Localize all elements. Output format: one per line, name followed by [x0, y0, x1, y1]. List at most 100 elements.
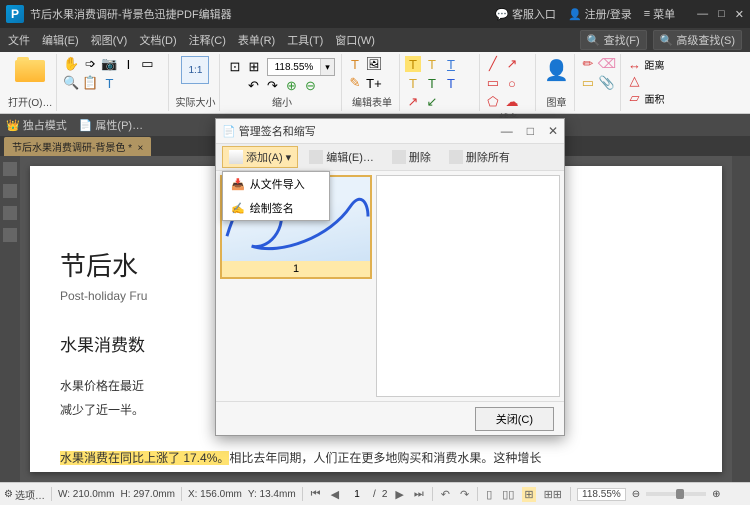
- dialog-minimize-icon[interactable]: —: [501, 124, 513, 138]
- prev-page-icon[interactable]: ◀: [329, 488, 341, 501]
- add-text-icon[interactable]: T+: [366, 75, 382, 91]
- continuous-icon[interactable]: ▯▯: [500, 488, 516, 501]
- delete-signature-button[interactable]: 删除: [385, 146, 438, 168]
- attach-icon[interactable]: 📎: [599, 75, 615, 91]
- export-icon[interactable]: ↗: [405, 94, 421, 110]
- window-title: 节后水果消费调研-背景色迅捷PDF编辑器: [30, 6, 495, 22]
- close-button[interactable]: ✕: [735, 8, 744, 21]
- single-page-icon[interactable]: ▯: [484, 488, 494, 501]
- login-link[interactable]: 👤 注册/登录: [568, 6, 632, 22]
- minimize-button[interactable]: —: [697, 8, 708, 21]
- zoom-in-status-icon[interactable]: ⊕: [712, 489, 720, 500]
- import-from-file[interactable]: 📥从文件导入: [223, 172, 329, 196]
- options-button[interactable]: ⚙ 选项…: [4, 487, 45, 502]
- edit-image-icon[interactable]: 🖼: [366, 56, 382, 72]
- forward-icon[interactable]: ↷: [458, 488, 471, 501]
- distance-icon[interactable]: ↔: [626, 56, 642, 72]
- menu-view[interactable]: 视图(V): [91, 32, 128, 48]
- draw-signature[interactable]: ✍绘制签名: [223, 196, 329, 220]
- pencil-icon[interactable]: ✏: [580, 56, 596, 72]
- rotate-left-icon[interactable]: ↶: [245, 78, 261, 94]
- properties-button[interactable]: 📄 属性(P)…: [79, 117, 143, 133]
- comments-icon[interactable]: [3, 228, 17, 242]
- note-icon[interactable]: ▭: [580, 75, 596, 91]
- replace-icon[interactable]: T: [443, 75, 459, 91]
- line-icon[interactable]: ╱: [485, 56, 501, 72]
- rect-icon[interactable]: ▭: [485, 75, 501, 91]
- pen-icon: ✍: [231, 202, 245, 215]
- dialog-close-icon[interactable]: ✕: [548, 124, 558, 138]
- zoom-dropdown-icon[interactable]: ▾: [320, 59, 334, 75]
- adv-search-button[interactable]: 🔍 高级查找(S): [653, 30, 742, 50]
- polygon-icon[interactable]: ⬠: [485, 94, 501, 110]
- zoom-in-icon[interactable]: ⊕: [283, 78, 299, 94]
- menu-doc[interactable]: 文档(D): [139, 32, 176, 48]
- first-page-icon[interactable]: ⏮: [309, 488, 323, 501]
- main-menu[interactable]: ≡ 菜单: [644, 6, 675, 22]
- perimeter-icon[interactable]: △: [626, 73, 642, 89]
- area-icon[interactable]: ▱: [626, 90, 642, 106]
- right-scrollbar[interactable]: [732, 156, 750, 482]
- menu-window[interactable]: 窗口(W): [335, 32, 375, 48]
- attachments-icon[interactable]: [3, 206, 17, 220]
- strikethrough-icon[interactable]: T: [424, 56, 440, 72]
- edit-signature-button[interactable]: 编辑(E)…: [302, 146, 381, 168]
- menu-form[interactable]: 表单(R): [238, 32, 275, 48]
- service-link[interactable]: 💬 客服入口: [495, 6, 556, 22]
- zoom-out-status-icon[interactable]: ⊖: [632, 489, 640, 500]
- oval-icon[interactable]: ○: [504, 75, 520, 91]
- stamp-icon[interactable]: 👤: [542, 56, 570, 84]
- add-dropdown: 📥从文件导入 ✍绘制签名: [222, 171, 330, 221]
- zoom-status[interactable]: 118.55%: [577, 488, 626, 501]
- document-tab[interactable]: 节后水果消费调研-背景色 * ×: [4, 137, 151, 156]
- highlight-icon[interactable]: T: [405, 56, 421, 72]
- bookmarks-icon[interactable]: [3, 184, 17, 198]
- rotate-right-icon[interactable]: ↷: [264, 78, 280, 94]
- cursor-icon[interactable]: I: [120, 56, 136, 72]
- crossout-icon[interactable]: T: [424, 75, 440, 91]
- menu-edit[interactable]: 编辑(E): [42, 32, 79, 48]
- last-page-icon[interactable]: ⏭: [412, 488, 426, 501]
- page-number-input[interactable]: [347, 489, 367, 500]
- add-signature-button[interactable]: 添加(A) ▾: [222, 146, 298, 168]
- maximize-button[interactable]: □: [718, 8, 725, 21]
- search-button[interactable]: 🔍 查找(F): [580, 30, 647, 50]
- facing-icon[interactable]: ⊞: [522, 487, 535, 502]
- delete-all-button[interactable]: 删除所有: [442, 146, 517, 168]
- edit-text-icon[interactable]: T: [347, 56, 363, 72]
- select-tool-icon[interactable]: ➩: [82, 56, 98, 72]
- hand-tool-icon[interactable]: ✋: [63, 56, 79, 72]
- open-button[interactable]: [9, 56, 51, 86]
- menu-tools[interactable]: 工具(T): [287, 32, 323, 48]
- snapshot-icon[interactable]: 📷: [101, 56, 117, 72]
- clipboard-icon[interactable]: 📋: [82, 75, 98, 91]
- eraser-icon[interactable]: ⌫: [599, 56, 615, 72]
- arrow-icon[interactable]: ↗: [504, 56, 520, 72]
- dialog-maximize-icon[interactable]: □: [527, 124, 534, 138]
- menu-comment[interactable]: 注释(C): [189, 32, 226, 48]
- back-icon[interactable]: ↶: [439, 488, 452, 501]
- squiggle-icon[interactable]: T: [405, 75, 421, 91]
- zoom-out-icon[interactable]: ⊖: [302, 78, 318, 94]
- text-edit-icon[interactable]: T: [101, 75, 117, 91]
- cloud-icon[interactable]: ☁: [504, 94, 520, 110]
- next-page-icon[interactable]: ▶: [393, 488, 405, 501]
- search-icon[interactable]: 🔍: [63, 75, 79, 91]
- thumbnails-icon[interactable]: [3, 162, 17, 176]
- actual-size-icon[interactable]: 1:1: [181, 56, 209, 84]
- dialog-close-button[interactable]: 关闭(C): [475, 407, 554, 431]
- fit-width-icon[interactable]: ⊡: [227, 59, 243, 75]
- page-tool-icon[interactable]: ▭: [139, 56, 155, 72]
- fit-page-icon[interactable]: ⊞: [246, 59, 262, 75]
- underline-icon[interactable]: T: [443, 56, 459, 72]
- import-icon[interactable]: ↙: [424, 94, 440, 110]
- signature-dialog: 📄 管理签名和缩写 — □ ✕ 添加(A) ▾ 编辑(E)… 删除 删除所有 📥…: [215, 118, 565, 436]
- exclusive-mode[interactable]: 👑 独占模式: [6, 117, 67, 133]
- zoom-input[interactable]: [268, 62, 320, 73]
- edit-pencil-icon[interactable]: ✎: [347, 75, 363, 91]
- left-panel[interactable]: [0, 156, 20, 482]
- menu-file[interactable]: 文件: [8, 32, 30, 48]
- zoom-slider[interactable]: [646, 492, 706, 496]
- zoom-combo[interactable]: ▾: [267, 58, 335, 76]
- facing-cont-icon[interactable]: ⊞⊞: [542, 488, 564, 501]
